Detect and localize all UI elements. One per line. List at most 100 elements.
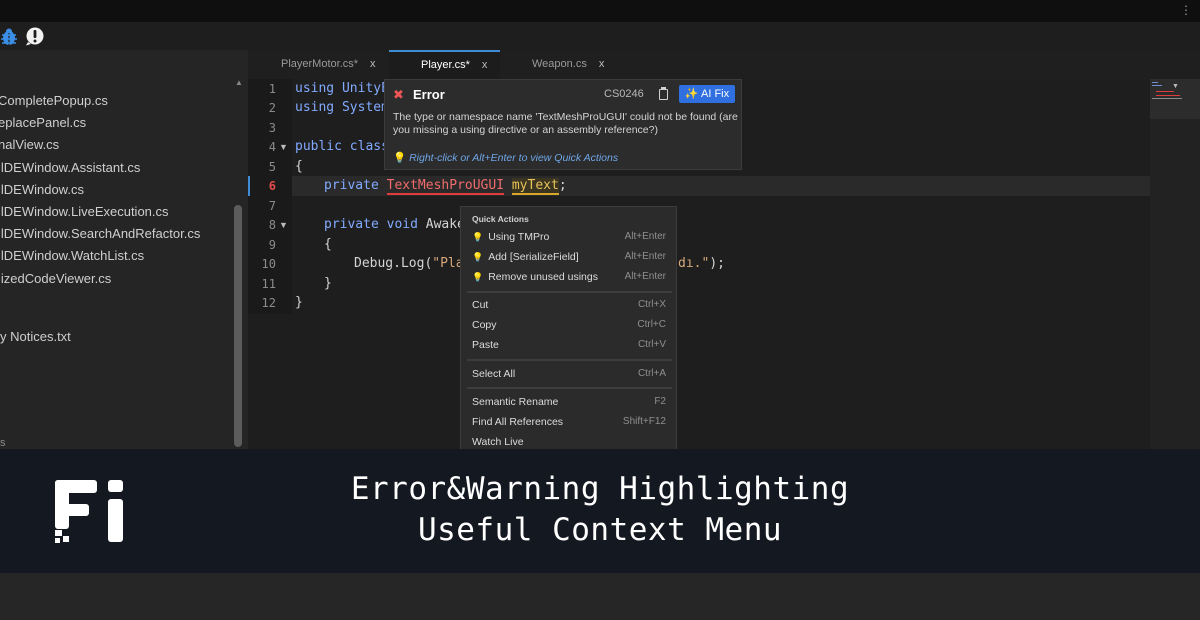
fold-chevron-icon[interactable]: ▼ [279,220,288,230]
file-item[interactable]: CompletePopup.cs [0,90,232,112]
menu-item-semantic-rename[interactable]: Semantic Rename F2 [472,394,666,410]
menu-item-shortcut: Ctrl+V [637,339,666,350]
tab-label: Weapon.cs [532,58,587,70]
lightbulb-icon: 💡 [472,272,484,282]
quick-actions-hint: 💡 Right-click or Alt+Enter to view Quick … [393,151,618,164]
file-explorer: CompletePopup.cs eplacePanel.cs nalView.… [0,50,248,450]
menu-item-label: Cut [472,299,489,311]
code-line-5: { [295,159,303,174]
ai-fix-button[interactable]: ✨ AI Fix [679,85,735,103]
tab-label: Player.cs* [421,59,470,71]
line-number: 9 [268,238,276,252]
file-item-notices[interactable]: y Notices.txt [0,329,71,344]
menu-item-shortcut: Alt+Enter [624,271,666,282]
file-item-partial[interactable]: s [0,437,6,449]
hint-text: Right-click or Alt+Enter to view Quick A… [409,152,619,164]
banner-title-line-2: Useful Context Menu [417,512,783,548]
menu-separator [467,291,672,293]
file-item[interactable]: llDEWindow.Assistant.cs [0,157,232,179]
menu-item-find-all-references[interactable]: Find All References Shift+F12 [472,414,666,430]
keyword: public class [295,139,389,154]
menu-item-remove-unused-usings[interactable]: 💡 Remove unused usings Alt+Enter [472,269,666,285]
error-token[interactable]: TextMeshProUGUI [386,178,505,195]
lightbulb-icon: 💡 [472,232,484,242]
line-number: 4 [268,140,276,154]
bug-icon[interactable] [0,27,20,47]
file-item[interactable]: llDEWindow.WatchList.cs [0,245,232,267]
keyword: private [324,178,379,193]
minimap-fold-icon: ▼ [1172,83,1179,90]
menu-item-label: Semantic Rename [472,396,559,408]
more-options-icon[interactable]: ⋮ [1180,4,1192,16]
file-item[interactable]: nalView.cs [0,134,232,156]
semicolon: ; [558,178,567,193]
line-number: 3 [268,121,276,135]
line-number: 11 [261,277,276,291]
code-line-10: Debug.Log("Play [354,256,471,271]
code-line-8: private void Awake( [324,217,473,232]
quick-actions-header: Quick Actions [472,214,529,224]
menu-item-label: Using TMPro [488,231,550,243]
line-number: 5 [268,160,276,174]
tab-label: PlayerMotor.cs* [281,58,359,70]
menu-item-paste[interactable]: Paste Ctrl+V [472,337,666,353]
menu-item-label: Find All References [472,416,564,428]
line-number: 1 [268,82,276,96]
line-number-error: 6 [268,179,276,193]
menu-item-using-tmpro[interactable]: 💡 Using TMPro Alt+Enter [472,229,666,245]
minimap-error-line [1156,91,1174,92]
menu-separator [467,359,672,361]
code-line-9: { [324,237,332,252]
minimap-error-line [1156,95,1180,96]
tab-close-button[interactable]: x [482,59,488,71]
scroll-up-icon[interactable]: ▲ [235,78,243,87]
menu-item-label: Add [SerializeField] [488,251,579,263]
line-number: 12 [261,296,276,310]
menu-item-shortcut: F2 [654,396,666,407]
code-line-10-tail: dı."); [678,256,725,271]
editor-tabs: PlayerMotor.cs* x Player.cs* x Weapon.cs x [248,50,1200,79]
warning-token[interactable]: myText [511,178,559,195]
menu-item-copy[interactable]: Copy Ctrl+C [472,317,666,333]
file-item[interactable]: eplacePanel.cs [0,112,232,134]
menu-item-shortcut: Ctrl+A [637,368,666,379]
feature-banner [0,449,1200,573]
menu-item-label: Remove unused usings [488,271,598,283]
minimap[interactable]: ▼ [1150,79,1200,450]
context-menu: Quick Actions 💡 Using TMPro Alt+Enter 💡 Add… [460,206,677,450]
error-icon: ✖ [393,87,404,102]
code-line-2: using System [295,100,389,115]
file-item[interactable]: llDEWindow.cs [0,179,232,201]
tab-player[interactable]: Player.cs* x [389,50,500,79]
lightbulb-icon: 💡 [393,152,407,164]
menu-item-select-all[interactable]: Select All Ctrl+A [472,366,666,382]
code-line-12: } [295,295,303,310]
tab-weapon[interactable]: Weapon.cs x [532,50,604,79]
file-item[interactable]: llDEWindow.LiveExecution.cs [0,201,232,223]
keyword: private void [324,217,418,232]
tab-close-button[interactable]: x [599,58,605,70]
alert-icon[interactable] [25,26,45,46]
fold-chevron-icon[interactable]: ▼ [279,142,288,152]
menu-item-watch-live[interactable]: Watch Live [472,434,666,449]
title-bar: ⋮ [0,0,1200,22]
menu-item-shortcut: Alt+Enter [624,231,666,242]
menu-item-cut[interactable]: Cut Ctrl+X [472,297,666,313]
error-title: Error [413,87,445,102]
menu-item-shortcut: Shift+F12 [622,416,666,427]
code-line-4: public class [295,139,389,154]
tab-close-button[interactable]: x [370,58,376,70]
menu-item-add-serializefield[interactable]: 💡 Add [SerializeField] Alt+Enter [472,249,666,265]
line-number: 10 [261,257,276,271]
minimap-line [1152,98,1182,99]
sidebar-scrollbar[interactable] [234,205,242,447]
line-number: 8 [268,218,276,232]
tab-playermotor[interactable]: PlayerMotor.cs* x [281,50,376,79]
copy-icon[interactable] [659,87,668,100]
code-line-6: private TextMeshProUGUI myText; [324,178,567,195]
menu-item-label: Copy [472,319,497,331]
file-item[interactable]: lizedCodeViewer.cs [0,268,232,290]
file-item[interactable]: llDEWindow.SearchAndRefactor.cs [0,223,232,245]
line-number: 2 [268,101,276,115]
code-line-1: using UnityE [295,81,389,96]
